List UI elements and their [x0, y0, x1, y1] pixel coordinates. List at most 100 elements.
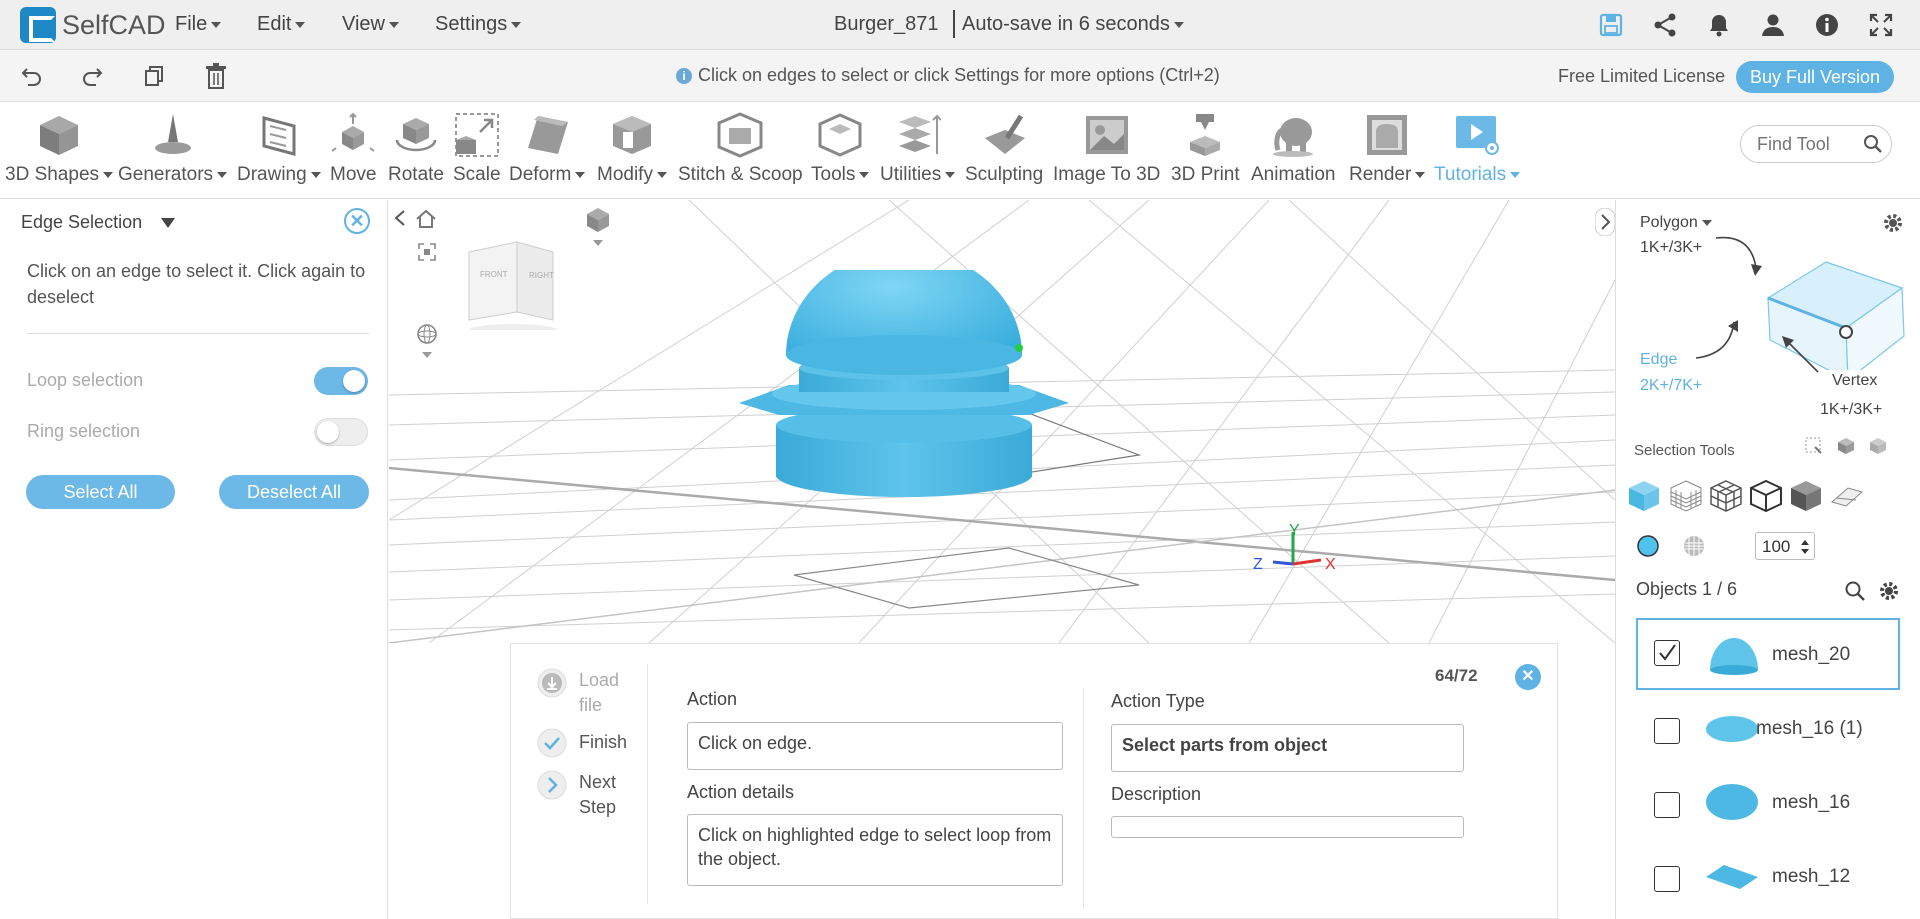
find-tool-search[interactable]: [1740, 125, 1892, 163]
tool-generators[interactable]: Generators: [118, 112, 228, 186]
close-tutorial-button[interactable]: ✕: [1515, 664, 1541, 690]
user-icon[interactable]: [1760, 12, 1786, 38]
edge-label[interactable]: Edge: [1640, 351, 1677, 369]
tool-animation[interactable]: Animation: [1251, 112, 1336, 186]
wireframe-cube-icon[interactable]: [1668, 478, 1704, 514]
polygon-mode-dropdown[interactable]: Polygon: [1640, 214, 1712, 232]
step-next[interactable]: Next Step: [579, 770, 639, 820]
tool-label: Stitch & Scoop: [678, 164, 803, 185]
size-stepper[interactable]: 100: [1755, 532, 1815, 560]
menu-edit[interactable]: Edit: [257, 13, 306, 36]
share-icon[interactable]: [1652, 12, 1678, 38]
loop-selection-toggle[interactable]: [314, 367, 368, 395]
selection-tools-label: Selection Tools: [1634, 442, 1735, 459]
select-faces-icon[interactable]: [1868, 436, 1888, 456]
caret-down-icon: [217, 171, 228, 178]
tutorial-divider: [1083, 688, 1084, 908]
tool-tutorials[interactable]: Tutorials: [1434, 112, 1521, 186]
vertex-label[interactable]: Vertex: [1832, 372, 1877, 390]
undo-icon[interactable]: [20, 64, 44, 88]
solid-cube-icon[interactable]: [1626, 478, 1662, 514]
fit-view-icon[interactable]: [417, 242, 437, 262]
tool-move[interactable]: Move: [330, 112, 376, 186]
tool-utilities[interactable]: Utilities: [880, 112, 956, 186]
close-panel-button[interactable]: ✕: [344, 208, 370, 234]
collapse-left-icon[interactable]: [393, 208, 407, 228]
tool-modify[interactable]: Modify: [597, 112, 667, 186]
action-details-label: Action details: [687, 782, 795, 802]
stepper-arrows-icon[interactable]: [1800, 538, 1810, 556]
select-object-icon[interactable]: [1836, 436, 1856, 456]
color-swatch-icon[interactable]: [1636, 534, 1660, 558]
texture-sphere-icon[interactable]: [1682, 534, 1706, 558]
view-cube[interactable]: FRONT RIGHT: [467, 240, 557, 336]
info-icon[interactable]: [1814, 12, 1840, 38]
tool-label: Image To 3D: [1053, 164, 1161, 185]
animation-elephant-icon: [1273, 118, 1314, 157]
right-panel: Polygon 1K+/3K+ Edge 2K+/7K+ Vertex 1K+/…: [1615, 200, 1920, 919]
tool-stitch-scoop[interactable]: Stitch & Scoop: [678, 112, 803, 186]
tool-scale[interactable]: Scale: [453, 112, 501, 186]
title-divider: [953, 10, 955, 38]
tool-label: Sculpting: [965, 164, 1044, 185]
face-cube-icon[interactable]: [1788, 478, 1824, 514]
object-row-mesh-12[interactable]: mesh_12: [1636, 842, 1900, 914]
trash-icon[interactable]: [204, 62, 228, 90]
object-name: mesh_16 (1): [1756, 718, 1863, 739]
selfcad-logo[interactable]: SelfCAD: [20, 6, 166, 44]
select-box-icon[interactable]: [1804, 436, 1824, 456]
description-field: [1111, 816, 1464, 838]
tool-rotate[interactable]: Rotate: [388, 112, 444, 186]
orbit-icon[interactable]: [415, 322, 439, 360]
tool-label: Tutorials: [1434, 164, 1507, 185]
tool-3d-shapes[interactable]: 3D Shapes: [5, 112, 114, 186]
document-title[interactable]: Burger_871: [834, 13, 939, 36]
object-checkbox[interactable]: [1654, 718, 1680, 744]
menu-file[interactable]: File: [175, 13, 222, 36]
object-checkbox[interactable]: [1654, 792, 1680, 818]
autosave-dropdown[interactable]: Auto-save in 6 seconds: [962, 13, 1184, 36]
tool-3d-print[interactable]: 3D Print: [1171, 112, 1240, 186]
selfcad-logo-icon: [20, 7, 56, 43]
object-row-mesh-16-1[interactable]: mesh_16 (1): [1636, 694, 1900, 766]
perspective-icon[interactable]: [585, 206, 611, 248]
search-icon[interactable]: [1863, 134, 1883, 154]
tool-tools[interactable]: Tools: [811, 112, 870, 186]
copy-icon[interactable]: [142, 64, 166, 88]
loop-selection-label: Loop selection: [27, 370, 144, 390]
buy-full-version-button[interactable]: Buy Full Version: [1736, 61, 1894, 93]
plane-icon[interactable]: [1828, 478, 1864, 514]
step-finish[interactable]: Finish: [579, 732, 627, 753]
deselect-all-button[interactable]: Deselect All: [219, 475, 369, 509]
grid-cube-icon[interactable]: [1708, 478, 1744, 514]
save-icon[interactable]: [1598, 12, 1624, 38]
expand-right-button[interactable]: [1595, 208, 1615, 236]
select-all-button[interactable]: Select All: [26, 475, 175, 509]
home-icon[interactable]: [415, 208, 437, 230]
object-row-mesh-16[interactable]: mesh_16: [1636, 768, 1900, 840]
next-chevron-icon[interactable]: [537, 770, 567, 800]
find-tool-input[interactable]: [1757, 134, 1857, 155]
tool-render[interactable]: Render: [1349, 112, 1426, 186]
tool-image-to-3d[interactable]: Image To 3D: [1053, 112, 1160, 186]
burger-model[interactable]: [729, 270, 1079, 510]
objects-settings-gear-icon[interactable]: [1878, 580, 1900, 602]
object-checkbox[interactable]: [1654, 866, 1680, 892]
ring-selection-toggle[interactable]: [314, 418, 368, 446]
tool-sculpting[interactable]: Sculpting: [965, 112, 1043, 186]
object-row-mesh-20[interactable]: mesh_20: [1636, 618, 1900, 690]
bell-icon[interactable]: [1706, 12, 1732, 38]
object-checkbox[interactable]: [1654, 640, 1680, 666]
polygon-label: Polygon: [1640, 214, 1698, 231]
panel-title-dropdown[interactable]: Edge Selection: [21, 212, 176, 233]
fullscreen-icon[interactable]: [1868, 12, 1894, 38]
view-cube-front: FRONT: [480, 270, 508, 279]
redo-icon[interactable]: [80, 64, 104, 88]
menu-settings[interactable]: Settings: [435, 13, 522, 36]
tool-label: Modify: [597, 164, 653, 185]
tool-deform[interactable]: Deform: [509, 112, 586, 186]
tool-drawing[interactable]: Drawing: [237, 112, 321, 186]
search-objects-icon[interactable]: [1844, 580, 1866, 602]
edge-cube-icon[interactable]: [1748, 478, 1784, 514]
menu-view[interactable]: View: [342, 13, 399, 36]
